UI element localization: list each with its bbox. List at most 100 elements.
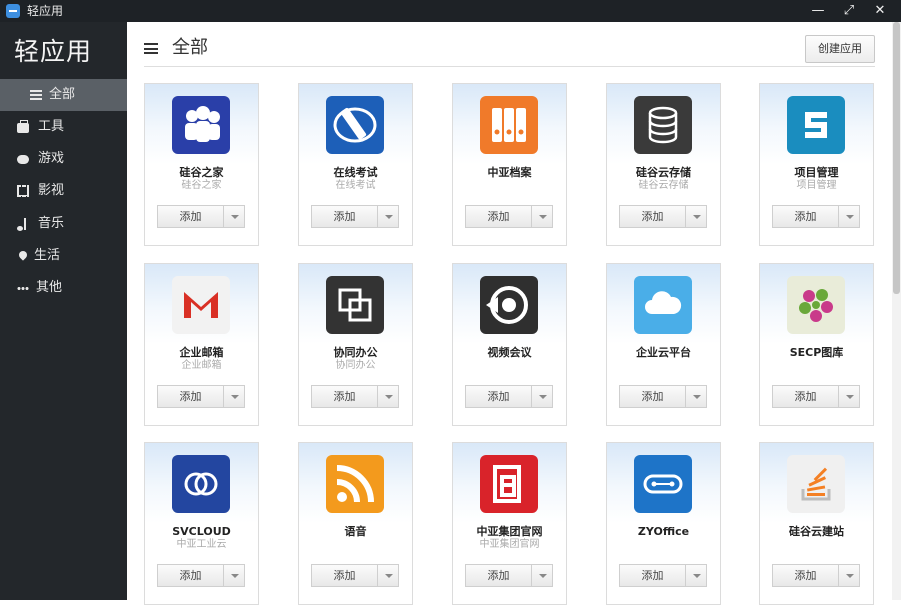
- app-name: 硅谷云建站: [789, 525, 844, 538]
- sidebar-item-life[interactable]: 生活: [0, 240, 127, 272]
- chevron-down-icon[interactable]: [377, 385, 399, 408]
- main-panel: 全部 创建应用 硅谷之家 硅谷之家 添加 在线考试 在线考试 添加 中亚档案 添加 硅谷云存储硅…: [127, 22, 901, 605]
- s-logo-icon[interactable]: [787, 96, 845, 154]
- add-button[interactable]: 添加: [465, 564, 531, 587]
- app-card[interactable]: 企业云平台添加: [606, 263, 721, 426]
- binders-icon[interactable]: [480, 96, 538, 154]
- app-card[interactable]: 协同办公 协同办公 添加: [298, 263, 413, 426]
- sidebar-item-tools[interactable]: 工具: [0, 111, 127, 143]
- app-card[interactable]: 视频会议 添加: [452, 263, 567, 426]
- rss-icon[interactable]: [326, 455, 384, 513]
- sidebar-item-games[interactable]: 游戏: [0, 143, 127, 175]
- app-card[interactable]: SECP图库 添加: [759, 263, 874, 426]
- database-icon[interactable]: [634, 96, 692, 154]
- add-button[interactable]: 添加: [465, 205, 531, 228]
- maximize-button[interactable]: ⤢: [837, 1, 861, 21]
- chevron-down-icon[interactable]: [838, 564, 860, 587]
- briefcase-icon: [17, 120, 29, 133]
- sidebar-item-label: 全部: [49, 87, 76, 102]
- video-play-icon[interactable]: [480, 276, 538, 334]
- app-subtitle: 中亚工业云: [176, 539, 227, 550]
- gamepad-icon: [17, 155, 29, 164]
- close-button[interactable]: ✕: [868, 1, 892, 21]
- app-subtitle: 企业邮箱: [181, 360, 222, 371]
- add-button[interactable]: 添加: [619, 205, 685, 228]
- flower-icon[interactable]: [787, 276, 845, 334]
- app-name: 项目管理: [794, 166, 839, 179]
- link-circles-icon[interactable]: [172, 455, 230, 513]
- add-button[interactable]: 添加: [311, 205, 377, 228]
- chevron-down-icon[interactable]: [531, 385, 553, 408]
- scrollbar-thumb[interactable]: [893, 22, 900, 294]
- brand-a-icon[interactable]: [480, 455, 538, 513]
- app-subtitle: 硅谷之家: [181, 180, 222, 191]
- app-card[interactable]: 中亚档案添加: [452, 83, 567, 246]
- app-subtitle: 协同办公: [335, 360, 376, 371]
- add-button[interactable]: 添加: [772, 205, 838, 228]
- sidebar-item-music[interactable]: 音乐: [0, 208, 127, 240]
- chevron-down-icon[interactable]: [377, 564, 399, 587]
- app-name: 语音: [344, 525, 367, 538]
- app-card[interactable]: 项目管理 项目管理添加: [759, 83, 874, 246]
- sidebar-item-label: 影视: [38, 183, 65, 198]
- add-button[interactable]: 添加: [157, 564, 223, 587]
- chevron-down-icon[interactable]: [531, 205, 553, 228]
- chevron-down-icon[interactable]: [223, 564, 245, 587]
- app-card[interactable]: 硅谷之家 硅谷之家添加: [144, 83, 259, 246]
- chevron-down-icon[interactable]: [838, 385, 860, 408]
- app-name: 硅谷之家: [179, 166, 224, 179]
- app-card[interactable]: 在线考试 在线考试 添加: [298, 83, 413, 246]
- app-subtitle: 项目管理: [796, 180, 837, 191]
- chevron-down-icon[interactable]: [838, 205, 860, 228]
- sidebar-item-all[interactable]: 全部: [0, 79, 127, 111]
- chevron-down-icon[interactable]: [531, 564, 553, 587]
- app-name: 中亚档案: [487, 166, 532, 179]
- app-card[interactable]: 中亚集团官网 中亚集团官网 添加: [452, 442, 567, 605]
- add-button[interactable]: 添加: [311, 564, 377, 587]
- add-button[interactable]: 添加: [157, 205, 223, 228]
- add-button[interactable]: 添加: [619, 564, 685, 587]
- chevron-down-icon[interactable]: [685, 205, 707, 228]
- create-app-button[interactable]: 创建应用: [805, 35, 875, 63]
- menu-icon[interactable]: [144, 43, 158, 54]
- app-card[interactable]: 企业邮箱 企业邮箱 添加: [144, 263, 259, 426]
- sidebar-item-label: 其他: [36, 280, 63, 295]
- add-button[interactable]: 添加: [311, 385, 377, 408]
- chevron-down-icon[interactable]: [377, 205, 399, 228]
- app-name: 硅谷云存储: [636, 166, 691, 179]
- menu-icon: [30, 90, 42, 100]
- sidebar: 轻应用 全部 工具 游戏 影视 音乐 生活 其他: [0, 22, 127, 600]
- pen-icon[interactable]: [326, 96, 384, 154]
- cloud-icon[interactable]: [634, 276, 692, 334]
- chevron-down-icon[interactable]: [685, 564, 707, 587]
- add-button[interactable]: 添加: [772, 564, 838, 587]
- app-card[interactable]: 语音添加: [298, 442, 413, 605]
- chevron-down-icon[interactable]: [223, 205, 245, 228]
- app-subtitle: 中亚集团官网: [479, 539, 540, 550]
- app-subtitle: 硅谷云存储: [638, 180, 689, 191]
- app-card[interactable]: 硅谷云存储 硅谷云存储添加: [606, 83, 721, 246]
- title-bar: 轻应用 — ⤢ ✕: [0, 0, 901, 22]
- app-name: 企业云平台: [636, 346, 691, 359]
- gmail-icon[interactable]: [172, 276, 230, 334]
- people-icon[interactable]: [172, 96, 230, 154]
- chevron-down-icon[interactable]: [223, 385, 245, 408]
- chevron-down-icon[interactable]: [685, 385, 707, 408]
- add-button[interactable]: 添加: [619, 385, 685, 408]
- music-icon: [17, 218, 26, 231]
- sidebar-item-video[interactable]: 影视: [0, 175, 127, 207]
- add-button[interactable]: 添加: [772, 385, 838, 408]
- scrollbar[interactable]: [892, 22, 901, 600]
- overlap-squares-icon[interactable]: [326, 276, 384, 334]
- dots-box-icon[interactable]: [634, 455, 692, 513]
- app-card[interactable]: ZYOffice 添加: [606, 442, 721, 605]
- app-subtitle: 在线考试: [335, 180, 376, 191]
- add-button[interactable]: 添加: [465, 385, 531, 408]
- app-card[interactable]: 硅谷云建站添加: [759, 442, 874, 605]
- sidebar-item-label: 生活: [34, 248, 61, 263]
- stack-icon[interactable]: [787, 455, 845, 513]
- minimize-button[interactable]: —: [806, 1, 830, 21]
- sidebar-item-other[interactable]: 其他: [0, 272, 127, 304]
- add-button[interactable]: 添加: [157, 385, 223, 408]
- app-card[interactable]: SVCLOUD 中亚工业云 添加: [144, 442, 259, 605]
